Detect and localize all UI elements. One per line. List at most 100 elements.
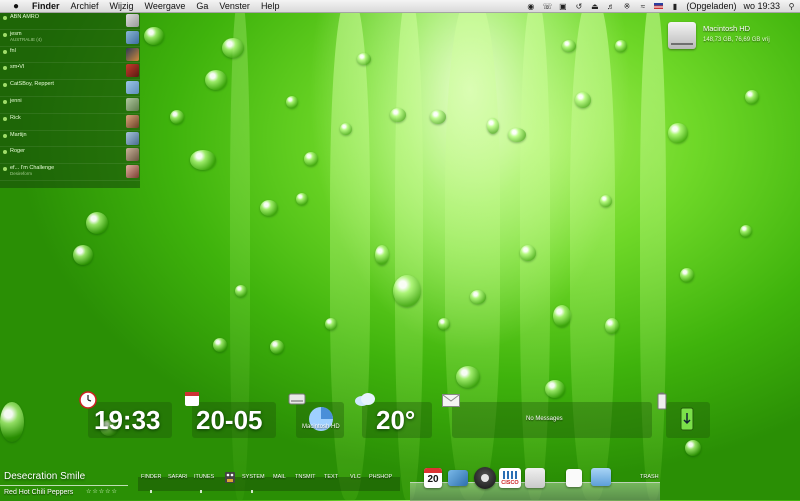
eject-icon[interactable]: ⏏ (590, 2, 599, 11)
shelf-mail[interactable]: MAIL (273, 474, 286, 480)
ical-dock-icon[interactable]: 20 (424, 468, 442, 488)
cisco-dock-icon[interactable]: CISCO (499, 468, 521, 488)
date-value: 20-05 (196, 405, 263, 435)
buddy-name: Rick (10, 114, 21, 121)
rating-stars[interactable]: ☆☆☆☆☆ (86, 488, 118, 495)
buddy-status: AUSTRALIE (4) (10, 36, 42, 42)
mail-icon (442, 393, 460, 407)
water-drop (235, 285, 247, 297)
water-drop (170, 110, 184, 124)
shelf-text[interactable]: TEXT (324, 474, 338, 480)
buddy-row[interactable]: Martijn (0, 131, 140, 148)
menu-venster[interactable]: Venster (219, 0, 250, 13)
water-drop (680, 268, 694, 282)
battery-status[interactable]: (Opgeladen) (686, 0, 736, 13)
buddy-name: fnl (10, 47, 16, 54)
status-dot (3, 150, 7, 155)
hard-drive-icon[interactable] (668, 22, 696, 49)
water-drop (487, 118, 499, 134)
buddy-row[interactable]: jenni (0, 97, 140, 114)
menu-ga[interactable]: Ga (196, 0, 208, 13)
buddy-row[interactable]: Roger (0, 147, 140, 165)
shelf-tnsmit[interactable]: TNSMIT (295, 474, 315, 480)
hard-drive-label[interactable]: Macintosh HD (703, 24, 750, 33)
avatar (126, 131, 139, 145)
ical-day: 20 (427, 474, 439, 485)
water-drop (222, 38, 244, 58)
preview-dock-icon[interactable] (448, 470, 468, 486)
volume-icon[interactable]: ♬ (606, 2, 615, 11)
buddy-list-panel: ABN AMRO jesm AUSTRALIE (4) fnl sm•Vl Ca… (0, 13, 140, 188)
system-icon[interactable] (222, 467, 238, 485)
cisco-label: CISCO (501, 480, 519, 486)
cloud-icon (354, 392, 376, 406)
water-drop (745, 90, 759, 104)
water-drop (390, 108, 406, 122)
battery-icon[interactable]: ▮ (670, 2, 679, 11)
shelf-safari[interactable]: SAFARI (168, 474, 188, 480)
menu-archief[interactable]: Archief (71, 0, 99, 13)
menu-clock[interactable]: wo 19:33 (743, 0, 780, 13)
buddy-name: Roger (10, 148, 25, 155)
script-dock-icon[interactable] (525, 468, 545, 488)
now-playing-title: Desecration Smile (4, 471, 86, 482)
phone-icon[interactable]: ☏ (542, 2, 552, 11)
menu-bar: ● Finder Archief Wijzig Weergave Ga Vens… (0, 0, 800, 13)
water-drop (205, 70, 227, 90)
water-drop (605, 318, 619, 334)
shelf-phshop[interactable]: PHSHOP (369, 474, 392, 480)
status-dot (3, 133, 7, 138)
bluetooth-icon[interactable]: ※ (622, 2, 631, 11)
buddy-row[interactable]: fnl (0, 47, 140, 64)
water-drop (340, 123, 352, 135)
water-drop (73, 245, 93, 265)
plug-icon (679, 406, 695, 432)
drive-label: Macintosh HD (302, 424, 340, 430)
water-drop (270, 340, 284, 354)
menu-help[interactable]: Help (261, 0, 280, 13)
avatar (126, 14, 139, 27)
buddy-name: sm•Vl (10, 64, 25, 71)
adium-icon[interactable]: ◉ (526, 2, 535, 11)
apple-menu-icon[interactable]: ● (10, 0, 22, 13)
buddy-row[interactable]: Rick (0, 114, 140, 131)
flag-us-icon[interactable] (654, 3, 664, 9)
hard-drive-info: 148,73 GB, 76,69 GB vrij (703, 37, 770, 43)
menu-extras: ◉ ☏ ▣ ↺ ⏏ ♬ ※ ≈ ▮ (Opgeladen) wo 19:33 ⚲ (526, 0, 800, 13)
buddy-list-header[interactable]: ABN AMRO (0, 13, 140, 30)
shelf-finder[interactable]: FINDER (141, 474, 161, 480)
trash-label[interactable]: TRASH (640, 474, 659, 480)
textedit-dock-icon[interactable] (566, 469, 582, 487)
spotlight-icon[interactable]: ⚲ (787, 2, 796, 11)
menu-wijzig[interactable]: Wijzig (110, 0, 134, 13)
status-dot (3, 49, 7, 54)
folder-dock-icon[interactable] (591, 468, 611, 486)
buddy-row[interactable]: jesm AUSTRALIE (4) (0, 30, 140, 47)
avatar (126, 30, 139, 44)
shelf-system[interactable]: SYSTEM (242, 474, 265, 480)
water-drop (286, 96, 298, 108)
buddy-list-title: ABN AMRO (10, 14, 40, 20)
avatar (126, 81, 139, 95)
buddy-row[interactable]: ef... I'm Challenge Desireform (0, 164, 140, 181)
menu-weergave[interactable]: Weergave (145, 0, 186, 13)
water-drop (668, 123, 688, 143)
buddy-row[interactable]: CatSBoy, Reppert (0, 80, 140, 97)
water-drop (375, 245, 389, 265)
menu-finder[interactable]: Finder (32, 0, 60, 13)
avatar (126, 148, 139, 162)
water-drop (456, 366, 480, 388)
status-dot (3, 167, 7, 172)
time-machine-icon[interactable]: ↺ (574, 2, 583, 11)
running-indicator (150, 490, 152, 493)
water-drop (0, 402, 24, 442)
water-drop (86, 212, 108, 234)
shelf-vlc[interactable]: VLC (350, 474, 361, 480)
avatar (126, 97, 139, 111)
lens-icon (481, 474, 489, 482)
shelf-itunes[interactable]: ITUNES (194, 474, 214, 480)
webcam-dock-icon[interactable] (474, 467, 496, 489)
display-icon[interactable]: ▣ (558, 2, 567, 11)
wifi-icon[interactable]: ≈ (638, 2, 647, 11)
buddy-row[interactable]: sm•Vl (0, 63, 140, 81)
